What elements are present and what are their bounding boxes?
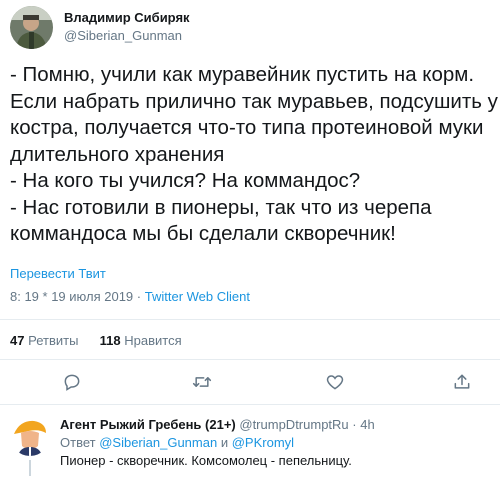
- author-avatar[interactable]: [10, 6, 53, 49]
- divider: [0, 319, 500, 320]
- author-handle[interactable]: @Siberian_Gunman: [64, 28, 182, 43]
- reply-tweet[interactable]: Агент Рыжий Гребень (21+) @trumpDtrumptR…: [10, 416, 490, 476]
- tweet-stats: 47 Ретвиты 118 Нравится: [10, 333, 182, 348]
- likes-label: Нравится: [124, 333, 182, 348]
- retweets-count: 47: [10, 333, 25, 348]
- retweets-stat[interactable]: 47 Ретвиты: [10, 333, 78, 348]
- replying-to: Ответ @Siberian_Gunman и @PKromyl: [60, 435, 294, 450]
- tweet-client-link[interactable]: Twitter Web Client: [145, 289, 250, 304]
- tweet-text-line: - Помню, учили как муравейник пустить на…: [10, 63, 475, 86]
- tweet-text-line: Если набрать прилично так муравьев, подс…: [10, 89, 498, 113]
- tweet-text-line: коммандоса мы бы сделали скворечник!: [10, 222, 396, 245]
- like-icon[interactable]: [323, 370, 347, 394]
- replying-to-conjunction: и: [220, 435, 229, 450]
- translate-tweet-link[interactable]: Перевести Твит: [10, 266, 106, 281]
- retweet-icon[interactable]: [190, 370, 214, 394]
- meta-separator: ·: [136, 289, 142, 304]
- author-name[interactable]: Владимир Сибиряк: [64, 10, 190, 25]
- divider: [0, 404, 500, 405]
- tweet-actions: [0, 366, 500, 398]
- tweet-meta: 8: 19 * 19 июля 2019 · Twitter Web Clien…: [10, 289, 250, 304]
- tweet-text-line: костра, получается что-то типа протеинов…: [10, 116, 484, 139]
- share-icon[interactable]: [450, 370, 474, 394]
- tweet-text-line: - На кого ты учился? На коммандос?: [10, 169, 361, 192]
- likes-stat[interactable]: 118 Нравится: [100, 333, 182, 348]
- reply-text: Пионер - скворечник. Комсомолец - пепель…: [60, 453, 352, 468]
- mention-link[interactable]: @PKromyl: [232, 435, 294, 450]
- thread-line: [29, 460, 31, 476]
- reply-header: Агент Рыжий Гребень (21+) @trumpDtrumptR…: [60, 417, 375, 432]
- reply-author-name[interactable]: Агент Рыжий Гребень (21+): [60, 417, 236, 432]
- retweets-label: Ретвиты: [28, 333, 79, 348]
- tweet-text-line: - Нас готовили в пионеры, так что из чер…: [10, 195, 432, 219]
- reply-separator: ·: [352, 417, 357, 432]
- reply-time[interactable]: 4h: [360, 417, 374, 432]
- tweet-timestamp[interactable]: 8: 19 * 19 июля 2019: [10, 289, 133, 304]
- reply-author-handle[interactable]: @trumpDtrumptRu: [239, 417, 348, 432]
- reply-icon[interactable]: [60, 370, 84, 394]
- tweet-header: Владимир Сибиряк @Siberian_Gunman: [10, 6, 490, 50]
- divider: [0, 359, 500, 360]
- reply-author-avatar[interactable]: [10, 416, 50, 456]
- likes-count: 118: [99, 333, 121, 348]
- tweet-text: - Помню, учили как муравейник пустить на…: [10, 62, 498, 248]
- tweet-text-line: длительного хранения: [10, 142, 225, 166]
- mention-link[interactable]: @Siberian_Gunman: [99, 435, 217, 450]
- replying-to-prefix: Ответ: [60, 435, 96, 450]
